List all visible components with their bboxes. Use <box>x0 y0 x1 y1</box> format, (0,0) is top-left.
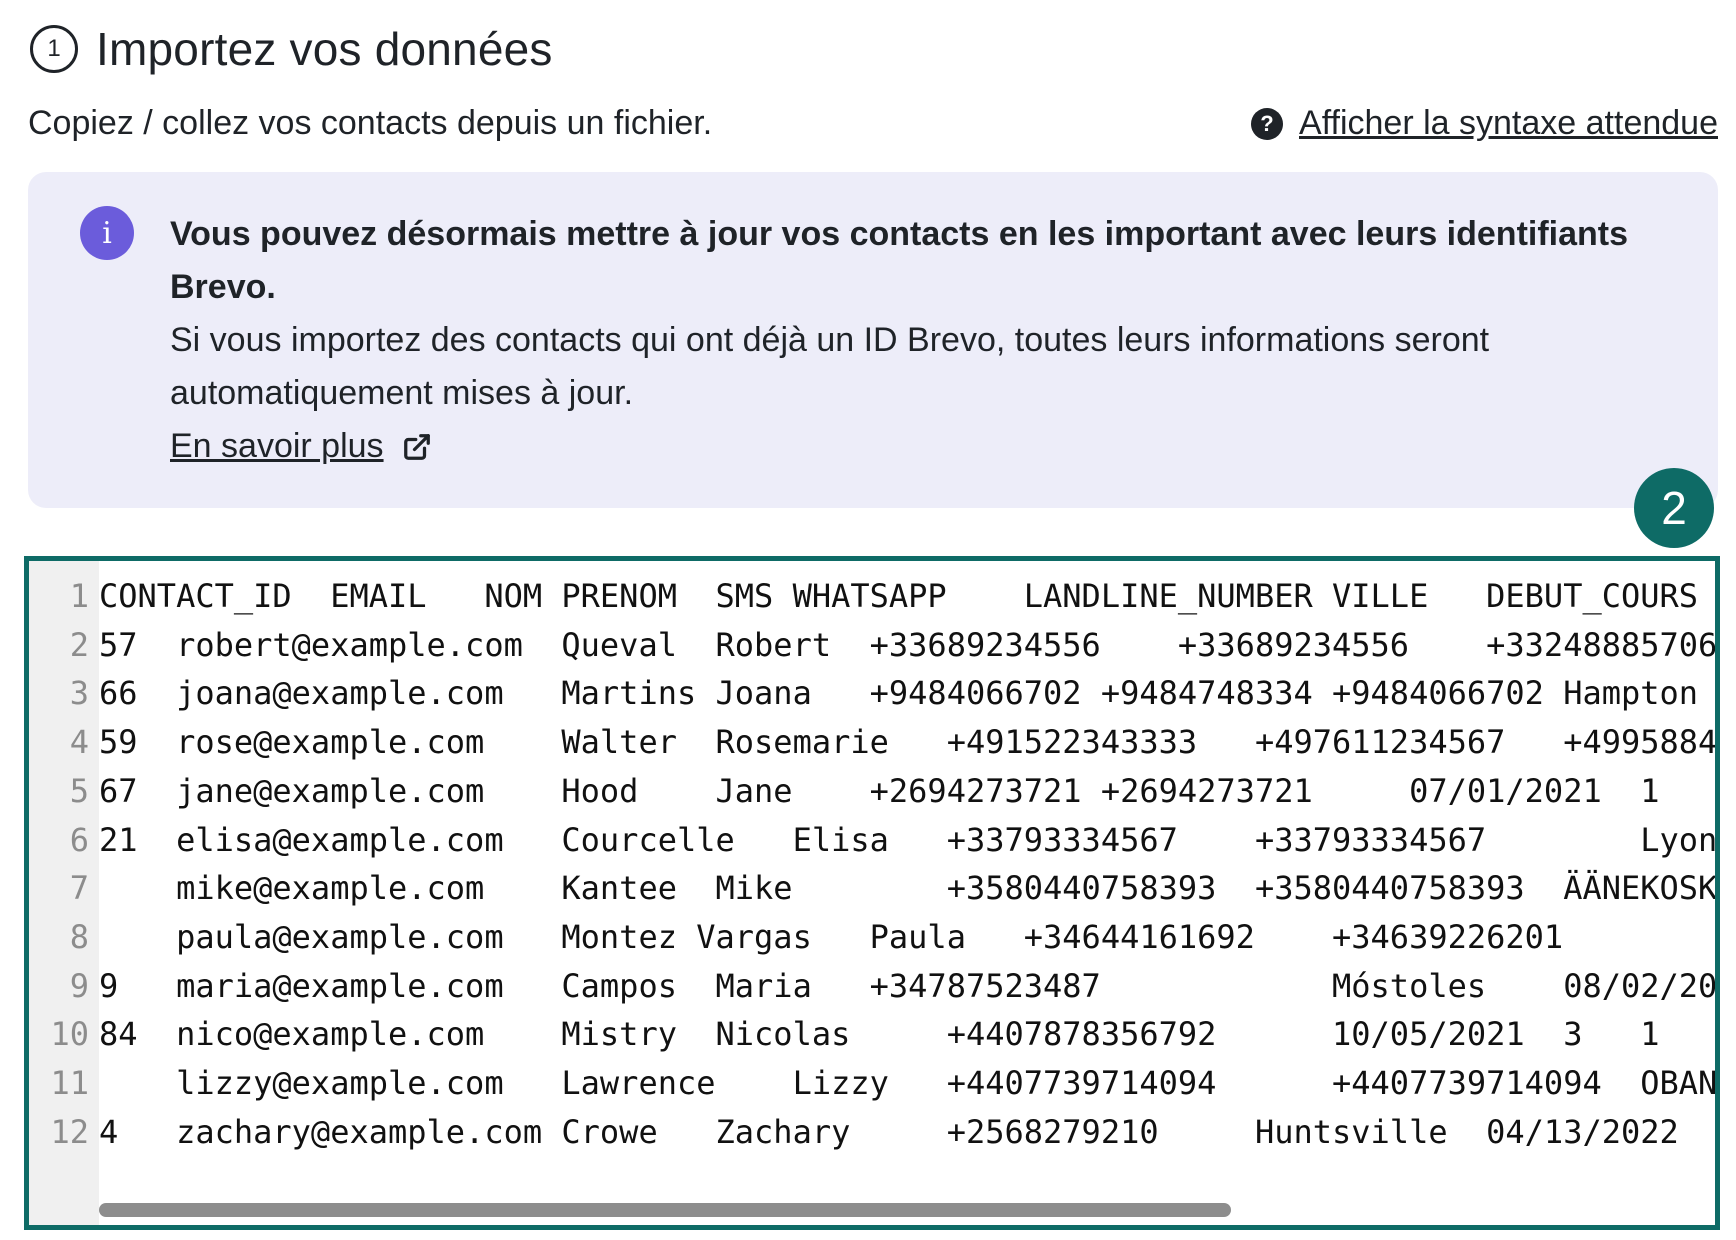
external-link-icon <box>402 432 432 462</box>
line-text: CONTACT_ID EMAIL NOM PRENOM SMS WHATSAPP… <box>99 577 1699 615</box>
line-text: 4 zachary@example.com Crowe Zachary +256… <box>99 1112 1679 1151</box>
info-icon: i <box>80 206 134 260</box>
line-number: 8 <box>69 917 89 956</box>
info-headline: Vous pouvez désormais mettre à jour vos … <box>170 215 1629 306</box>
instructions-row: Copiez / collez vos contacts depuis un f… <box>28 104 1718 143</box>
line-number: 9 <box>69 966 89 1005</box>
editor-line: 10 84 nico@example.com Mistry Nicolas +44… <box>29 1007 1715 1061</box>
editor-line: 8 paula@example.com Montez Vargas Paula … <box>29 910 1715 964</box>
editor-line: 3 66 joana@example.com Martins Joana +948… <box>29 666 1715 720</box>
horizontal-scrollbar[interactable] <box>99 1203 1231 1217</box>
editor-line: 5 67 jane@example.com Hood Jane +26942737… <box>29 764 1715 818</box>
editor-line: 2 57 robert@example.com Queval Robert +33… <box>29 618 1715 672</box>
line-number: 12 <box>50 1112 89 1151</box>
line-number: 4 <box>69 723 89 762</box>
line-text: 21 elisa@example.com Courcelle Elisa +33… <box>99 820 1715 859</box>
line-text: 59 rose@example.com Walter Rosemarie +49… <box>99 723 1715 762</box>
line-number: 10 <box>50 1015 89 1054</box>
learn-more-link[interactable]: En savoir plus <box>170 420 432 473</box>
editor-line: 1 CONTACT_ID EMAIL NOM PRENOM SMS WHATSAP… <box>29 569 1715 623</box>
line-text: paula@example.com Montez Vargas Paula +3… <box>176 917 1564 956</box>
editor-line: 6 21 elisa@example.com Courcelle Elisa +3… <box>29 813 1715 867</box>
editor-line: 4 59 rose@example.com Walter Rosemarie +4… <box>29 715 1715 769</box>
line-text: 84 nico@example.com Mistry Nicolas +4407… <box>99 1015 1660 1054</box>
line-number: 6 <box>69 820 89 859</box>
line-number: 7 <box>69 869 89 908</box>
instructions-text: Copiez / collez vos contacts depuis un f… <box>28 104 713 142</box>
line-number: 5 <box>69 771 89 810</box>
show-syntax-link[interactable]: ? Afficher la syntaxe attendue <box>1251 104 1718 143</box>
info-banner: i Vous pouvez désormais mettre à jour vo… <box>28 172 1718 508</box>
line-text: 66 joana@example.com Martins Joana +9484… <box>99 674 1699 713</box>
line-text: lizzy@example.com Lawrence Lizzy +440773… <box>99 1064 1715 1102</box>
contacts-text-editor[interactable]: 1 CONTACT_ID EMAIL NOM PRENOM SMS WHATSAP… <box>24 556 1720 1230</box>
step-badge: 2 <box>1634 468 1714 548</box>
line-number: 1 <box>69 577 89 615</box>
line-number: 3 <box>69 674 89 713</box>
line-number: 2 <box>69 625 89 664</box>
line-text: 9 maria@example.com Campos Maria +347875… <box>99 966 1715 1005</box>
line-text: 67 jane@example.com Hood Jane +269427372… <box>99 771 1660 810</box>
question-icon: ? <box>1251 107 1284 140</box>
page-title: Importez vos données <box>96 23 553 75</box>
learn-more-label: En savoir plus <box>170 427 384 465</box>
show-syntax-label: Afficher la syntaxe attendue <box>1299 104 1718 142</box>
editor-line: 12 4 zachary@example.com Crowe Zachary +2… <box>29 1105 1715 1159</box>
step-header: 1 Importez vos données <box>30 22 553 76</box>
editor-line: 7 mike@example.com Kantee Mike +35804407… <box>29 861 1715 915</box>
line-text: mike@example.com Kantee Mike +3580440758… <box>176 869 1715 908</box>
line-number: 11 <box>50 1064 89 1102</box>
editor-line: 9 9 maria@example.com Campos Maria +34787… <box>29 959 1715 1013</box>
info-content: Vous pouvez désormais mettre à jour vos … <box>170 208 1690 473</box>
step-number-circle: 1 <box>30 25 78 73</box>
editor-viewport: 1 CONTACT_ID EMAIL NOM PRENOM SMS WHATSAP… <box>29 561 1715 1225</box>
editor-line: 11 lizzy@example.com Lawrence Lizzy +440… <box>29 1056 1715 1110</box>
info-body: Si vous importez des contacts qui ont dé… <box>170 321 1490 412</box>
line-text: 57 robert@example.com Queval Robert +336… <box>99 625 1715 664</box>
